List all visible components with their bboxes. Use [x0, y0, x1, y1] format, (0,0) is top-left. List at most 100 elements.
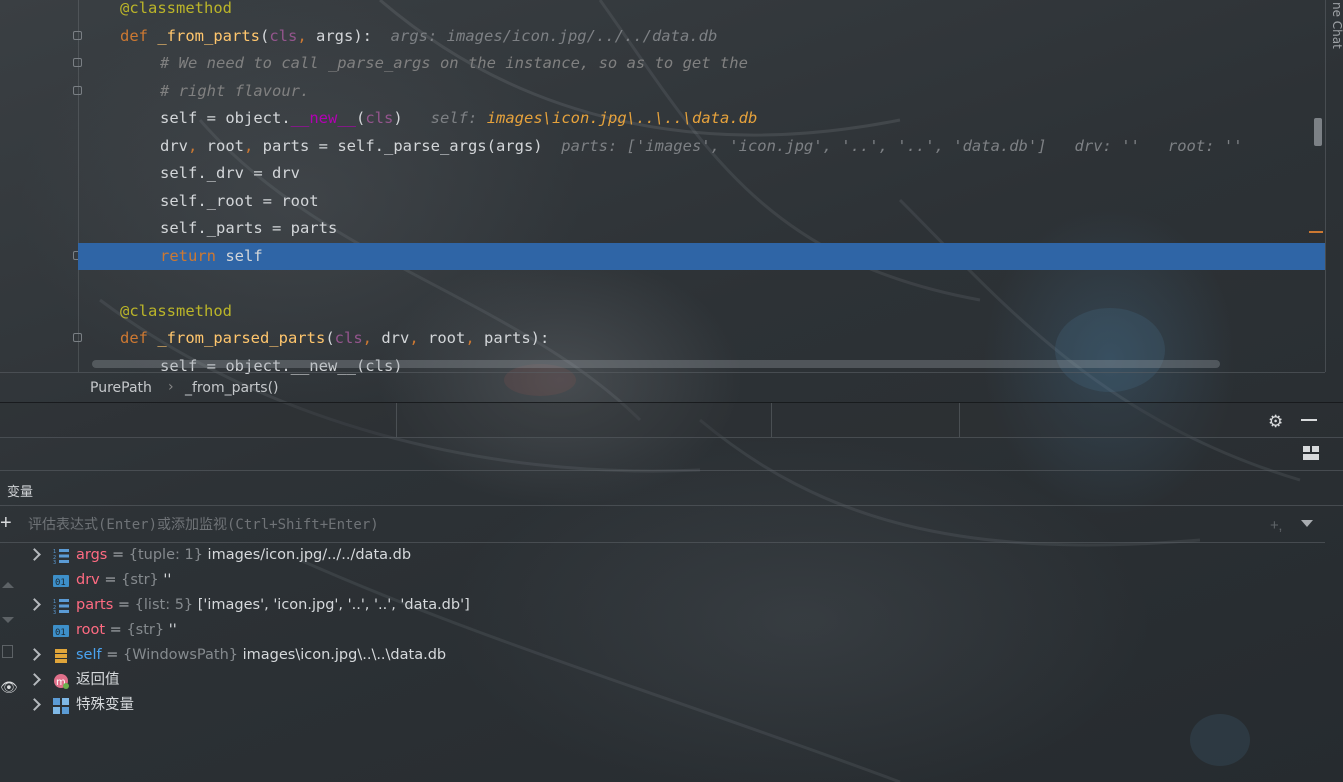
- code-token: __new__: [290, 109, 356, 127]
- code-line[interactable]: @classmethod: [0, 298, 1325, 325]
- add-watch-icon[interactable]: +: [0, 513, 12, 533]
- code-token: ,: [297, 27, 316, 45]
- code-token: cls: [365, 109, 394, 127]
- add-to-watches-icon[interactable]: +‚: [1270, 517, 1282, 534]
- list-icon: 123: [53, 549, 69, 564]
- variable-name: root: [76, 622, 106, 638]
- evaluate-expression-input[interactable]: [26, 510, 1320, 540]
- breadcrumb-item-class[interactable]: PurePath: [90, 380, 152, 396]
- variable-row[interactable]: 01 root = {str} '': [0, 618, 1325, 643]
- code-token: (: [356, 109, 366, 127]
- list-icon: 123: [53, 599, 69, 614]
- code-line[interactable]: @classmethod: [0, 0, 1325, 22]
- variable-type: {str}: [126, 622, 165, 638]
- code-line[interactable]: self._drv = drv: [0, 160, 1325, 187]
- code-line[interactable]: self = object.__new__(cls) self: images\…: [0, 105, 1325, 132]
- variable-type: {str}: [121, 572, 159, 588]
- code-token: ,: [465, 329, 484, 347]
- code-token: def: [120, 27, 158, 45]
- horizontal-scrollbar[interactable]: [92, 360, 1220, 368]
- expand-chevron-icon[interactable]: [28, 698, 41, 711]
- variable-name: args: [76, 547, 108, 563]
- variable-row[interactable]: m 返回值: [0, 668, 1325, 693]
- layout-icon[interactable]: [1303, 446, 1319, 460]
- code-token: self._parts = parts: [160, 219, 338, 237]
- code-line[interactable]: self._parts = parts: [0, 215, 1325, 242]
- code-text: self = object.__new__(cls) self: images\…: [160, 105, 757, 132]
- code-line[interactable]: # right flavour.: [0, 78, 1325, 105]
- object-icon: [55, 649, 67, 663]
- code-token: _from_parsed_parts: [157, 329, 326, 347]
- code-token: parts = self._parse_args(args): [262, 137, 543, 155]
- gear-icon[interactable]: ⚙: [1268, 412, 1283, 432]
- copy-icon[interactable]: [2, 645, 13, 658]
- variable-value: '': [164, 622, 177, 638]
- code-text: return self: [160, 243, 263, 270]
- code-line[interactable]: self._root = root: [0, 188, 1325, 215]
- breadcrumb: PurePath › _from_parts(): [0, 372, 1325, 403]
- code-token: @classmethod: [120, 0, 232, 17]
- current-execution-line[interactable]: return self: [78, 243, 1325, 270]
- minimize-icon[interactable]: [1301, 419, 1317, 421]
- variable-row[interactable]: 123 args = {tuple: 1} images/icon.jpg/..…: [0, 543, 1325, 568]
- code-token: def: [120, 329, 158, 347]
- variable-value: '': [158, 572, 172, 588]
- code-line[interactable]: def _from_parsed_parts(cls, drv, root, p…: [0, 325, 1325, 352]
- svg-text:3: 3: [53, 560, 56, 564]
- variable-row[interactable]: 01 drv = {str} '': [0, 568, 1325, 593]
- breadcrumb-separator: ›: [168, 379, 174, 395]
- code-token: cls: [334, 329, 363, 347]
- move-up-icon[interactable]: [2, 582, 14, 588]
- code-token: self: [225, 247, 263, 265]
- svg-text:01: 01: [55, 578, 66, 588]
- code-token: cls: [269, 27, 298, 45]
- variable-type: {WindowsPath}: [122, 647, 239, 663]
- variable-type: {list: 5}: [134, 597, 194, 613]
- debug-toolbar: [0, 437, 1343, 471]
- code-token: drv: [381, 329, 410, 347]
- expand-chevron-icon[interactable]: [28, 598, 41, 611]
- debug-tab-strip: ⚙: [0, 402, 1343, 438]
- variable-name: self: [76, 647, 102, 663]
- code-token: @classmethod: [120, 302, 232, 320]
- code-token: ,: [188, 137, 207, 155]
- code-token: self._drv = drv: [160, 164, 300, 182]
- variable-row[interactable]: 特殊变量: [0, 693, 1325, 718]
- code-text: # right flavour.: [160, 78, 309, 105]
- tab-divider: [771, 403, 772, 437]
- code-token: self:: [402, 109, 487, 127]
- code-editor[interactable]: @classmethod def _from_parts(cls, args): …: [0, 0, 1326, 375]
- code-token: self =: [160, 109, 226, 127]
- code-text: self._drv = drv: [160, 160, 300, 187]
- expand-chevron-icon[interactable]: [28, 673, 41, 686]
- code-token: _from_parts: [157, 27, 260, 45]
- code-token: parts: ['images', 'icon.jpg', '..', '..'…: [542, 137, 1243, 155]
- code-token: root: [428, 329, 466, 347]
- code-token: ,: [362, 329, 382, 347]
- variables-title: 变量: [7, 485, 34, 500]
- code-text: drv, root, parts = self._parse_args(args…: [160, 133, 1243, 160]
- chevron-down-icon[interactable]: [1301, 520, 1313, 527]
- code-line[interactable]: def _from_parts(cls, args): args: images…: [0, 23, 1325, 50]
- move-down-icon[interactable]: [2, 617, 14, 623]
- code-token: drv: [160, 137, 188, 155]
- tab-divider: [396, 403, 397, 437]
- code-token: (: [325, 329, 335, 347]
- side-tab-chat[interactable]: ne Chat: [1330, 2, 1343, 49]
- variable-row[interactable]: 123 parts = {list: 5} ['images', 'icon.j…: [0, 593, 1325, 618]
- code-token: # right flavour.: [160, 82, 310, 100]
- str-icon: 01: [53, 575, 69, 588]
- eye-icon[interactable]: 👁: [0, 679, 18, 696]
- error-stripe-marker[interactable]: [1309, 231, 1323, 233]
- evaluate-expression-row: + +‚: [0, 506, 1325, 543]
- return-value-icon: m: [54, 674, 69, 689]
- code-line[interactable]: drv, root, parts = self._parse_args(args…: [0, 133, 1325, 160]
- breadcrumb-item-method[interactable]: _from_parts(): [185, 380, 279, 396]
- expand-chevron-icon[interactable]: [28, 548, 41, 561]
- tab-divider: [959, 403, 960, 437]
- return-values-node: 返回值: [76, 672, 120, 688]
- code-line[interactable]: # We need to call _parse_args on the ins…: [0, 50, 1325, 77]
- expand-chevron-icon[interactable]: [28, 648, 41, 661]
- variable-row[interactable]: self = {WindowsPath} images\icon.jpg\..\…: [0, 643, 1325, 668]
- vertical-scrollbar-thumb[interactable]: [1314, 118, 1322, 146]
